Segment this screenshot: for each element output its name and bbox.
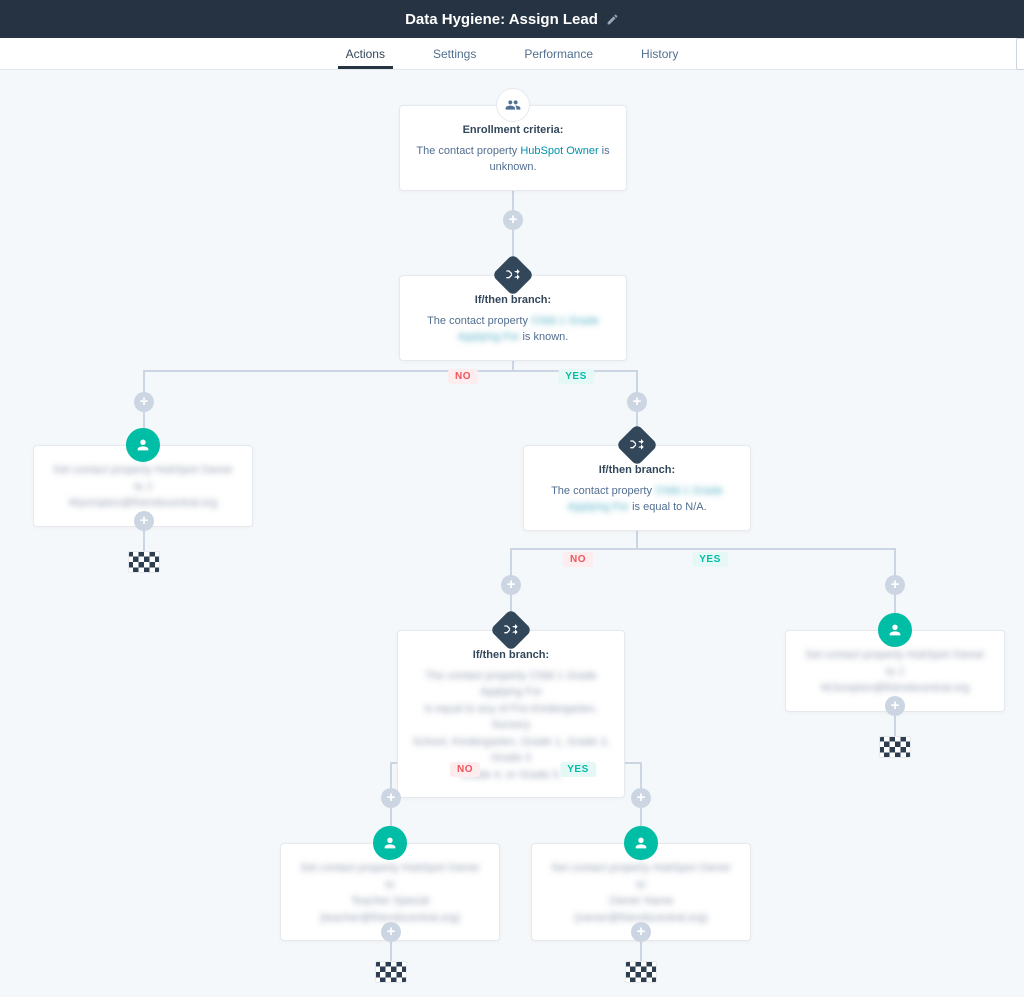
branch1-pre: The contact property xyxy=(427,315,531,327)
enrollment-title: Enrollment criteria: xyxy=(414,122,612,139)
action-bl-line1: Set contact property HubSpot Owner to xyxy=(295,860,485,893)
branch1-title: If/then branch: xyxy=(414,292,612,309)
end-icon xyxy=(375,961,407,983)
end-icon xyxy=(879,736,911,758)
enrollment-card[interactable]: Enrollment criteria: The contact propert… xyxy=(399,105,627,191)
branch3-title: If/then branch: xyxy=(412,647,610,664)
add-action-button[interactable] xyxy=(627,392,647,412)
end-icon xyxy=(625,961,657,983)
connector xyxy=(510,548,896,550)
branch3-line1: The contact property Child 1 Grade Apply… xyxy=(412,668,610,701)
add-action-button[interactable] xyxy=(381,788,401,808)
workflow-title: Data Hygiene: Assign Lead xyxy=(405,11,598,28)
branch-icon xyxy=(490,609,532,651)
review-button-sliver[interactable] xyxy=(1016,38,1024,70)
action-left-line2: Wyompton@friendscentral.org xyxy=(48,495,238,512)
branch2-post: is equal to N/A. xyxy=(629,501,707,513)
tab-history-label: History xyxy=(641,47,678,61)
action-br-line1: Set contact property HubSpot Owner to xyxy=(546,860,736,893)
branch1-no-label: NO xyxy=(448,369,478,384)
end-icon xyxy=(128,551,160,573)
branch3-line2: is equal to any of Pre-Kindergarten, Nur… xyxy=(412,701,610,734)
tab-performance[interactable]: Performance xyxy=(520,38,597,69)
action-right-line2: WJompton@friendscentral.org xyxy=(800,680,990,697)
branch1-card[interactable]: If/then branch: The contact property Chi… xyxy=(399,275,627,361)
tab-settings-label: Settings xyxy=(433,47,476,61)
add-action-button[interactable] xyxy=(885,575,905,595)
add-action-button[interactable] xyxy=(503,210,523,230)
action-left-line1: Set contact property HubSpot Owner to J xyxy=(48,462,238,495)
contact-action-icon xyxy=(373,826,407,860)
workflow-canvas[interactable]: Enrollment criteria: The contact propert… xyxy=(0,70,1024,997)
tab-bar: Actions Settings Performance History xyxy=(0,38,1024,70)
branch3-yes-label: YES xyxy=(560,762,596,777)
contacts-icon xyxy=(496,88,530,122)
contact-action-icon xyxy=(624,826,658,860)
action-bl-line2: Teacher Special xyxy=(295,893,485,910)
tab-actions-label: Actions xyxy=(346,47,385,61)
add-action-button[interactable] xyxy=(134,511,154,531)
branch2-yes-label: YES xyxy=(692,552,728,567)
add-action-button[interactable] xyxy=(631,922,651,942)
action-right-line1: Set contact property HubSpot Owner to J xyxy=(800,647,990,680)
branch-icon xyxy=(492,254,534,296)
add-action-button[interactable] xyxy=(501,575,521,595)
branch1-yes-label: YES xyxy=(558,369,594,384)
branch2-title: If/then branch: xyxy=(538,462,736,479)
add-action-button[interactable] xyxy=(631,788,651,808)
tab-actions[interactable]: Actions xyxy=(342,38,389,69)
add-action-button[interactable] xyxy=(885,696,905,716)
contact-action-icon xyxy=(878,613,912,647)
add-action-button[interactable] xyxy=(381,922,401,942)
branch3-no-label: NO xyxy=(450,762,480,777)
tab-history[interactable]: History xyxy=(637,38,682,69)
tab-settings[interactable]: Settings xyxy=(429,38,480,69)
branch1-post: is known. xyxy=(519,331,568,343)
page-header: Data Hygiene: Assign Lead xyxy=(0,0,1024,38)
enrollment-pre: The contact property xyxy=(416,145,520,157)
contact-action-icon xyxy=(126,428,160,462)
tab-performance-label: Performance xyxy=(524,47,593,61)
branch2-card[interactable]: If/then branch: The contact property Chi… xyxy=(523,445,751,531)
branch2-no-label: NO xyxy=(563,552,593,567)
edit-title-icon[interactable] xyxy=(606,13,619,26)
branch-icon xyxy=(616,424,658,466)
branch2-pre: The contact property xyxy=(551,485,655,497)
add-action-button[interactable] xyxy=(134,392,154,412)
enrollment-property-link[interactable]: HubSpot Owner xyxy=(520,145,598,157)
